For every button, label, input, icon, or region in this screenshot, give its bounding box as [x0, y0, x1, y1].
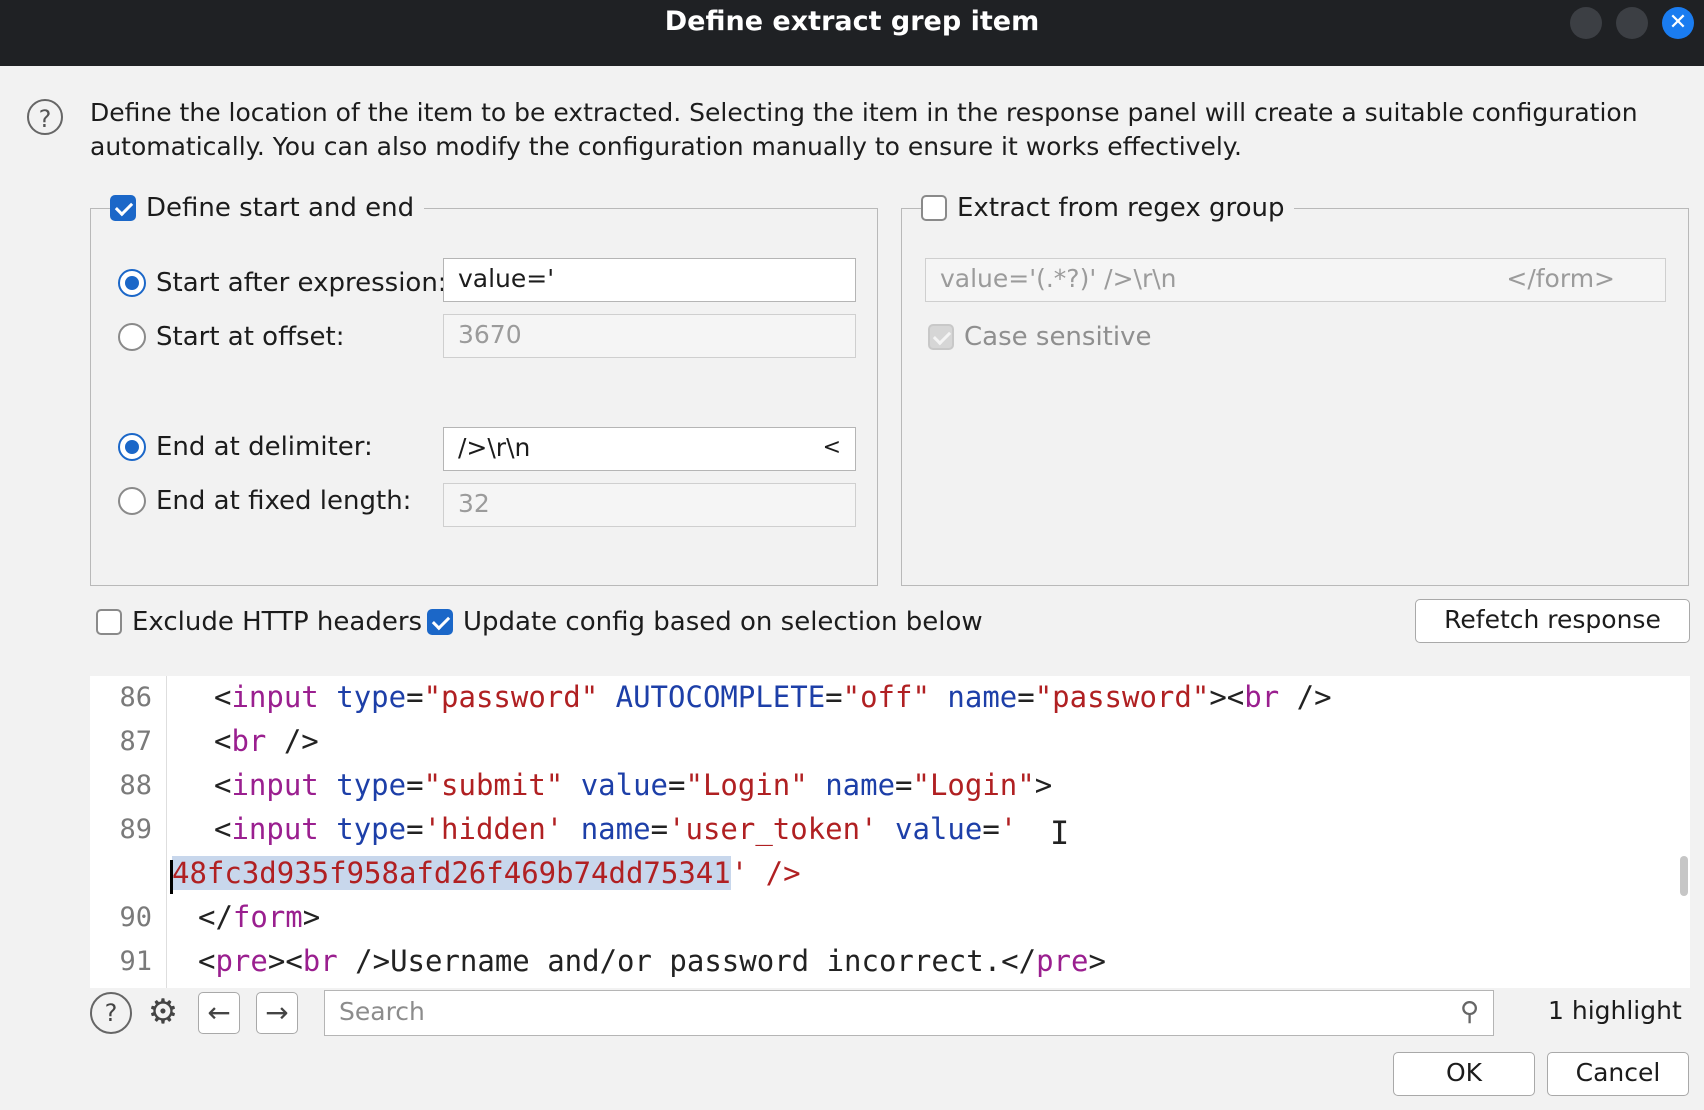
- start-after-input[interactable]: value=': [443, 258, 856, 302]
- maximize-button[interactable]: [1616, 7, 1648, 39]
- help-icon[interactable]: ?: [27, 99, 63, 135]
- start-after-label: Start after expression:: [156, 268, 447, 298]
- code-line-86: <input type="password" AUTOCOMPLETE="off…: [214, 680, 1332, 714]
- gear-icon[interactable]: ⚙: [142, 992, 184, 1034]
- define-start-end-legend[interactable]: Define start and end: [110, 193, 425, 223]
- next-button[interactable]: →: [256, 992, 298, 1034]
- search-input[interactable]: Search ⚲: [324, 990, 1494, 1036]
- minimize-button[interactable]: [1570, 7, 1602, 39]
- arrow-right-icon: →: [265, 996, 289, 1029]
- regex-overflow: </form>: [1506, 264, 1615, 293]
- update-config-checkbox[interactable]: [427, 609, 453, 635]
- close-button[interactable]: ✕: [1662, 7, 1694, 39]
- code-line-89-wrap: 48fc3d935f958afd26f469b74dd75341' />: [172, 856, 801, 890]
- start-offset-input[interactable]: 3670: [443, 314, 856, 358]
- start-offset-label: Start at offset:: [156, 322, 345, 352]
- code-line-89: <input type='hidden' name='user_token' v…: [214, 812, 1018, 846]
- help-icon[interactable]: ?: [90, 992, 132, 1034]
- close-icon: ✕: [1668, 10, 1688, 35]
- editor-toolbar: ? ⚙ ← → Search ⚲ 1 highlight: [90, 988, 1690, 1038]
- regex-input[interactable]: value='(.*?)' />\r\n </form>: [925, 258, 1666, 302]
- exclude-headers-label: Exclude HTTP headers: [132, 607, 423, 637]
- selected-token[interactable]: 48fc3d935f958afd26f469b74dd75341: [172, 856, 731, 890]
- start-offset-option[interactable]: Start at offset:: [118, 322, 345, 352]
- case-sensitive-checkbox[interactable]: [928, 324, 954, 350]
- regex-legend[interactable]: Extract from regex group: [921, 193, 1295, 223]
- regex-label: Extract from regex group: [957, 193, 1285, 223]
- intro-text: Define the location of the item to be ex…: [90, 98, 1638, 161]
- case-sensitive-label: Case sensitive: [964, 322, 1152, 352]
- arrow-left-icon: ←: [207, 996, 231, 1029]
- define-start-end-label: Define start and end: [146, 193, 415, 223]
- end-delimiter-radio[interactable]: [118, 433, 146, 461]
- code-line-87: <br />: [214, 724, 319, 758]
- exclude-headers-option[interactable]: Exclude HTTP headers: [96, 607, 422, 637]
- start-offset-radio[interactable]: [118, 323, 146, 351]
- end-delimiter-input[interactable]: />\r\n <: [443, 427, 856, 471]
- code-line-91: <pre><br />Username and/or password inco…: [198, 944, 1106, 978]
- regex-value: value='(.*?)' />\r\n: [940, 264, 1177, 293]
- end-fixed-radio[interactable]: [118, 487, 146, 515]
- code-line-90: </form>: [198, 900, 321, 934]
- cancel-button[interactable]: Cancel: [1547, 1052, 1689, 1096]
- define-start-end-checkbox[interactable]: [110, 195, 136, 221]
- update-config-option[interactable]: Update config based on selection below: [427, 607, 983, 637]
- title-bar: Define extract grep item ✕: [0, 0, 1704, 66]
- ok-button[interactable]: OK: [1393, 1052, 1535, 1096]
- update-config-label: Update config based on selection below: [463, 607, 983, 637]
- end-fixed-option[interactable]: End at fixed length:: [118, 486, 411, 516]
- end-delimiter-value: />\r\n: [458, 433, 531, 462]
- editor-scrollbar[interactable]: [1680, 856, 1688, 896]
- start-after-option[interactable]: Start after expression:: [118, 268, 447, 298]
- code-area[interactable]: <input type="password" AUTOCOMPLETE="off…: [90, 676, 1332, 982]
- search-icon[interactable]: ⚲: [1460, 991, 1479, 1033]
- end-fixed-input[interactable]: 32: [443, 483, 856, 527]
- response-editor[interactable]: 86 87 88 89 90 91 <input type="password"…: [90, 676, 1690, 988]
- end-delimiter-option[interactable]: End at delimiter:: [118, 432, 373, 462]
- text-cursor: [170, 860, 173, 894]
- search-placeholder: Search: [339, 997, 425, 1026]
- end-fixed-label: End at fixed length:: [156, 486, 412, 516]
- ibeam-cursor-icon: I: [1050, 814, 1070, 852]
- end-delimiter-overflow: <: [822, 435, 841, 460]
- window-title: Define extract grep item: [664, 6, 1040, 37]
- refetch-response-button[interactable]: Refetch response: [1415, 599, 1690, 643]
- highlight-count: 1 highlight: [1548, 996, 1682, 1025]
- end-delimiter-label: End at delimiter:: [156, 432, 373, 462]
- regex-checkbox[interactable]: [921, 195, 947, 221]
- previous-button[interactable]: ←: [198, 992, 240, 1034]
- exclude-headers-checkbox[interactable]: [96, 609, 122, 635]
- code-line-88: <input type="submit" value="Login" name=…: [214, 768, 1053, 802]
- start-after-radio[interactable]: [118, 269, 146, 297]
- case-sensitive-option[interactable]: Case sensitive: [928, 322, 1151, 352]
- gutter-separator: [166, 676, 167, 988]
